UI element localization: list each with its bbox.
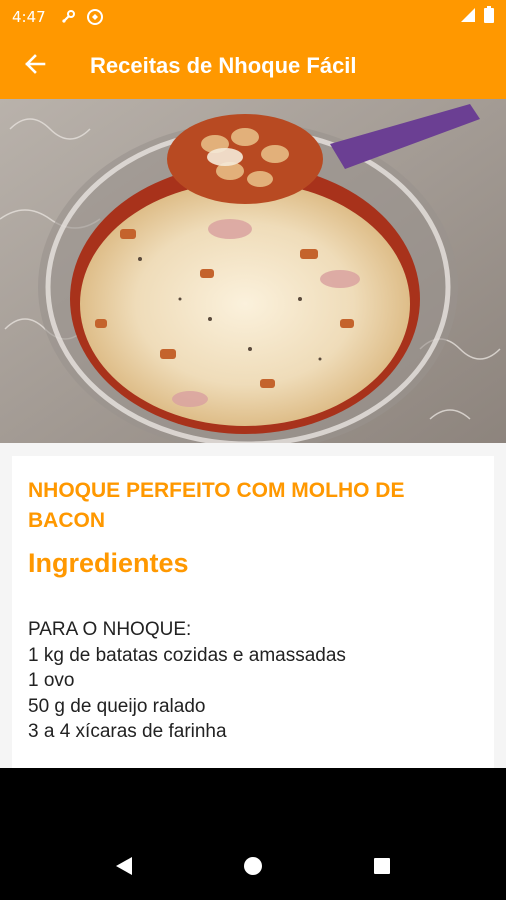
app-bar: Receitas de Nhoque Fácil bbox=[0, 33, 506, 99]
battery-icon bbox=[484, 6, 494, 27]
arrow-back-icon bbox=[24, 53, 46, 79]
recipe-title: NHOQUE PERFEITO COM MOLHO DE BACON bbox=[28, 479, 405, 532]
link-icon bbox=[60, 9, 78, 25]
ingredient-line: PARA O NHOQUE: bbox=[28, 619, 192, 640]
ingredients-list: PARA O NHOQUE: 1 kg de batatas cozidas e… bbox=[28, 617, 478, 745]
status-time: 4:47 bbox=[12, 7, 46, 26]
recents-square-icon bbox=[373, 857, 391, 879]
ingredient-line: 1 kg de batatas cozidas e amassadas bbox=[28, 644, 346, 666]
back-button[interactable] bbox=[0, 33, 70, 99]
nav-recents-button[interactable] bbox=[373, 857, 391, 879]
ingredient-line: 1 ovo bbox=[28, 670, 75, 691]
nav-back-button[interactable] bbox=[115, 856, 133, 880]
ingredient-line: 3 a 4 xícaras de farinha bbox=[28, 721, 227, 742]
back-triangle-icon bbox=[115, 856, 133, 880]
recipe-card: NHOQUE PERFEITO COM MOLHO DE BACON Ingre… bbox=[12, 456, 494, 776]
app-title: Receitas de Nhoque Fácil bbox=[90, 53, 357, 78]
ingredients-heading: Ingredientes bbox=[28, 548, 189, 578]
home-circle-icon bbox=[243, 856, 263, 880]
ingredient-line: 50 g de queijo ralado bbox=[28, 695, 206, 717]
nav-home-button[interactable] bbox=[243, 856, 263, 880]
status-bar: 4:47 bbox=[0, 0, 506, 33]
signal-icon bbox=[460, 7, 476, 27]
system-nav-bar bbox=[0, 836, 506, 900]
data-saver-icon bbox=[86, 8, 104, 26]
recipe-photo bbox=[0, 99, 506, 443]
